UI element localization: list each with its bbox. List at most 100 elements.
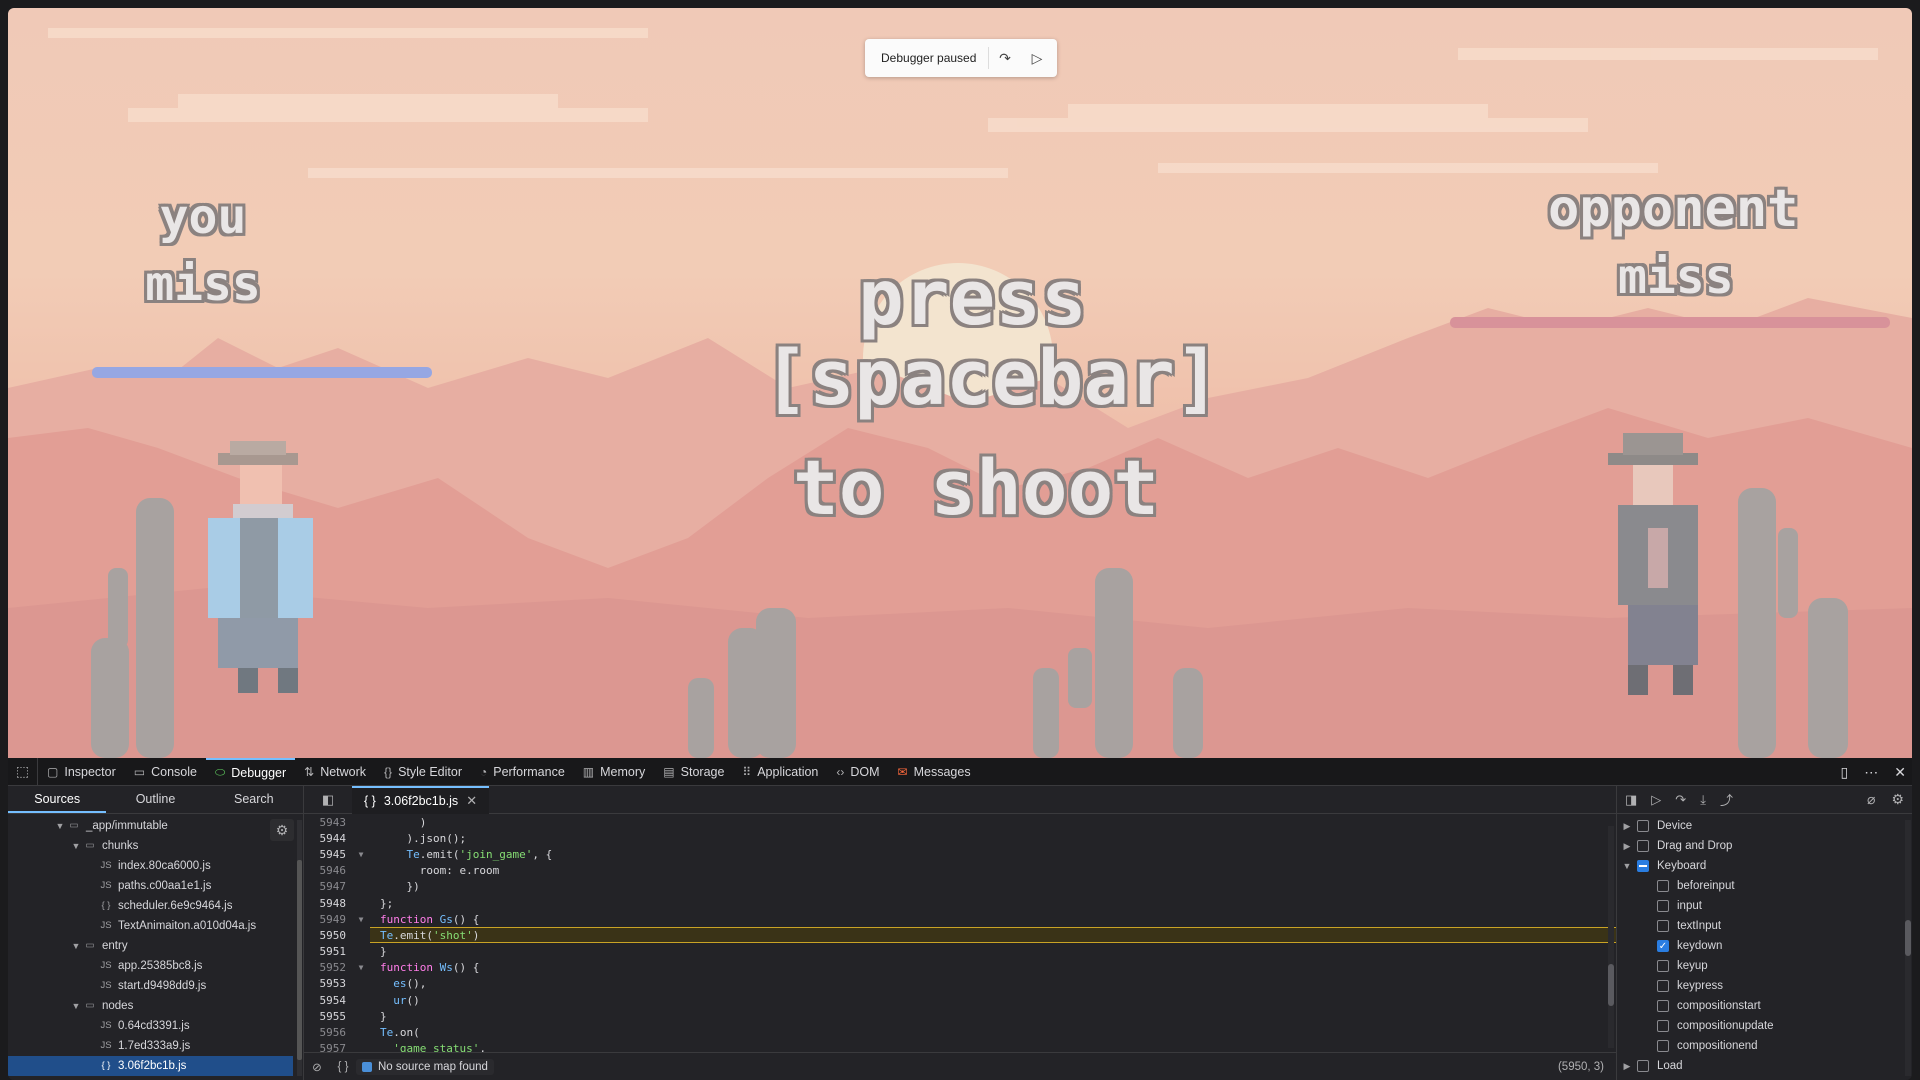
resume-icon[interactable]: ▷ (1651, 792, 1661, 808)
tab-dom[interactable]: ‹› DOM (827, 758, 888, 786)
source-tree-item[interactable]: JS 0.64cd3391.js (8, 1016, 293, 1036)
breakpoint-checkbox[interactable] (1657, 1040, 1669, 1052)
deactivate-breakpoints-icon[interactable]: ⌀ (1867, 791, 1875, 808)
tab-sources[interactable]: Sources (8, 786, 107, 813)
breakpoint-item[interactable]: compositionupdate (1617, 1016, 1903, 1036)
code-line[interactable]: 5945 ▼ Te.emit('join_game', { (304, 846, 1616, 862)
line-number[interactable]: 5950 (304, 929, 352, 942)
tab-outline[interactable]: Outline (106, 786, 204, 813)
source-tree-item[interactable]: ▼ ▭ chunks (8, 836, 293, 856)
editor-scrollbar[interactable] (1608, 826, 1614, 1048)
code-line[interactable]: 5946 room: e.room (304, 863, 1616, 879)
breakpoint-checkbox[interactable] (1637, 1060, 1649, 1072)
source-tree-item[interactable]: JS start.d9498dd9.js (8, 976, 293, 996)
breakpoint-checkbox[interactable] (1637, 820, 1649, 832)
code-line[interactable]: 5955} (304, 1008, 1616, 1024)
source-map-status[interactable]: No source map found (356, 1058, 494, 1075)
breakpoint-item[interactable]: keyup (1617, 956, 1903, 976)
editor-file-tab[interactable]: { } 3.06f2bc1b.js ✕ (352, 785, 490, 814)
breakpoint-item[interactable]: input (1617, 896, 1903, 916)
source-tree-item[interactable]: JS app.25385bc8.js (8, 956, 293, 976)
sources-scrollbar[interactable] (297, 820, 302, 1076)
line-number[interactable]: 5954 (304, 994, 352, 1007)
breakpoint-checkbox[interactable] (1657, 1000, 1669, 1012)
expand-arrow-icon[interactable]: ▼ (1617, 861, 1637, 871)
step-over-icon[interactable]: ↷ (1675, 792, 1686, 808)
breakpoint-checkbox[interactable] (1637, 840, 1649, 852)
dock-icon[interactable]: ▯ (1841, 764, 1849, 781)
code-line[interactable]: 5951} (304, 944, 1616, 960)
breakpoint-item[interactable]: textInput (1617, 916, 1903, 936)
tab-storage[interactable]: ▤ Storage (654, 758, 733, 786)
pretty-print-icon[interactable]: { } (330, 1061, 356, 1073)
resume-icon[interactable]: ▷ (1021, 39, 1053, 77)
code-line[interactable]: 5947 }) (304, 879, 1616, 895)
tab-debugger[interactable]: ⬭ Debugger (205, 757, 296, 786)
tab-performance[interactable]: ◔ Performance (471, 758, 574, 786)
breakpoint-item[interactable]: beforeinput (1617, 876, 1903, 896)
element-picker-icon[interactable]: ⬚ (8, 757, 38, 786)
breakpoint-checkbox[interactable] (1657, 880, 1669, 892)
fold-icon[interactable]: ▼ (352, 963, 370, 972)
code-line[interactable]: 5957 'game_status', (304, 1041, 1616, 1052)
source-tree-item[interactable]: JS index.80ca6000.js (8, 856, 293, 876)
breakpoint-item[interactable]: ▶ Load (1617, 1056, 1903, 1076)
breakpoint-checkbox[interactable] (1657, 960, 1669, 972)
breakpoints-scrollbar[interactable] (1905, 820, 1911, 1076)
game-canvas[interactable]: you miss opponent miss press [spacebar] … (8, 8, 1912, 758)
source-tree-item[interactable]: ▼ ▭ entry (8, 936, 293, 956)
expand-arrow-icon[interactable]: ▶ (1617, 841, 1637, 852)
close-icon[interactable]: ✕ (1894, 764, 1906, 781)
source-tree-item[interactable]: { } scheduler.6e9c9464.js (8, 896, 293, 916)
breakpoint-checkbox[interactable]: ✓ (1657, 940, 1669, 952)
more-options-icon[interactable]: ⋯ (1864, 764, 1878, 781)
code-line[interactable]: 5952 ▼ function Ws() { (304, 960, 1616, 976)
tab-messages[interactable]: ✉ Messages (889, 758, 980, 786)
blackbox-icon[interactable]: ⊘ (304, 1060, 330, 1074)
expand-arrow-icon[interactable]: ▶ (1617, 1061, 1637, 1072)
code-line[interactable]: 5944 ).json(); (304, 830, 1616, 846)
tab-memory[interactable]: ▥ Memory (574, 758, 655, 786)
toggle-sidebar-icon[interactable]: ◧ (304, 792, 352, 808)
line-number[interactable]: 5952 (304, 961, 352, 974)
step-out-icon[interactable]: ⤴ (1720, 790, 1733, 809)
fold-icon[interactable]: ▼ (352, 915, 370, 924)
tab-search[interactable]: Search (205, 786, 303, 813)
source-tree-item[interactable]: ▼ ▭ _app/immutable (8, 816, 293, 836)
breakpoint-checkbox[interactable] (1657, 900, 1669, 912)
panel-toggle-icon[interactable]: ◨ (1625, 792, 1637, 808)
line-number[interactable]: 5943 (304, 816, 352, 829)
line-number[interactable]: 5947 (304, 880, 352, 893)
code-line[interactable]: 5954 ur() (304, 992, 1616, 1008)
code-line[interactable]: 5948}; (304, 895, 1616, 911)
code-line[interactable]: 5956 Te.on( (304, 1024, 1616, 1040)
line-number[interactable]: 5956 (304, 1026, 352, 1039)
breakpoint-checkbox[interactable] (1657, 1020, 1669, 1032)
line-number[interactable]: 5945 (304, 848, 352, 861)
line-number[interactable]: 5955 (304, 1010, 352, 1023)
line-number[interactable]: 5948 (304, 897, 352, 910)
code-line[interactable]: 5950 Te .emit('shot') (304, 927, 1616, 944)
line-number[interactable]: 5951 (304, 945, 352, 958)
fold-icon[interactable]: ▼ (352, 850, 370, 859)
breakpoint-item[interactable]: ▶ Device (1617, 816, 1903, 836)
close-tab-icon[interactable]: ✕ (466, 793, 477, 809)
tab-network[interactable]: ⇅ Network (295, 758, 375, 786)
breakpoint-item[interactable]: compositionstart (1617, 996, 1903, 1016)
expand-arrow-icon[interactable]: ▶ (1617, 821, 1637, 832)
breakpoint-checkbox[interactable] (1637, 860, 1649, 872)
debugger-settings-icon[interactable]: ⚙ (1891, 791, 1904, 808)
step-over-icon[interactable]: ↷ (989, 39, 1021, 77)
line-number[interactable]: 5953 (304, 977, 352, 990)
breakpoint-item[interactable]: ▶ Drag and Drop (1617, 836, 1903, 856)
tab-style-editor[interactable]: {} Style Editor (375, 758, 471, 786)
tab-inspector[interactable]: ▢ Inspector (38, 758, 125, 786)
tab-console[interactable]: ▭ Console (125, 758, 206, 786)
line-number[interactable]: 5944 (304, 832, 352, 845)
settings-gear-icon[interactable]: ⚙ (270, 819, 294, 841)
breakpoint-item[interactable]: ✓ keydown (1617, 936, 1903, 956)
source-tree-item[interactable]: JS TextAnimaiton.a010d04a.js (8, 916, 293, 936)
breakpoint-item[interactable]: keypress (1617, 976, 1903, 996)
source-tree-item[interactable]: { } 3.06f2bc1b.js (8, 1056, 293, 1076)
line-number[interactable]: 5949 (304, 913, 352, 926)
